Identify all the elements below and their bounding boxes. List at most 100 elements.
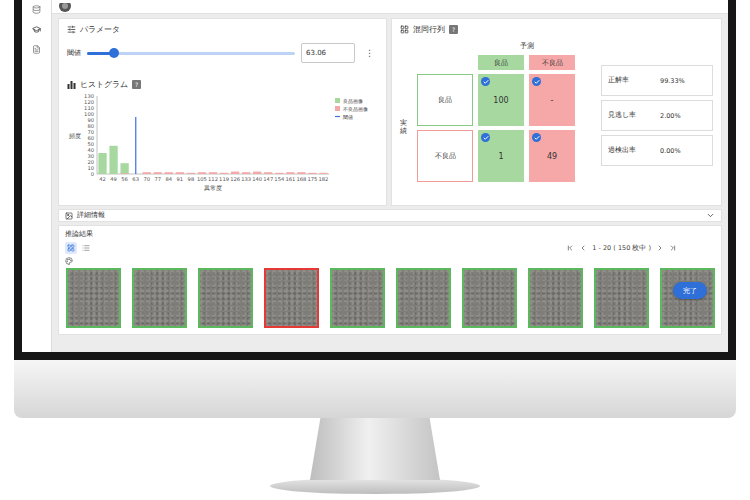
- palette-icon[interactable]: [65, 257, 73, 265]
- next-page-icon[interactable]: [656, 244, 664, 252]
- x-tick: 91: [177, 176, 184, 182]
- matrix-cell[interactable]: 1: [478, 130, 524, 182]
- histogram-bar: [187, 173, 195, 174]
- matrix-cell[interactable]: 100: [478, 74, 524, 126]
- help-badge[interactable]: ?: [132, 80, 141, 89]
- metrics: 正解率99.33% 見逃し率2.00% 過検出率0.00%: [601, 41, 713, 182]
- monitor-chin: [14, 360, 736, 418]
- y-tick: 0: [91, 171, 94, 177]
- grid-icon: [67, 244, 75, 252]
- histogram-chart: 頻度13012011010090807060504030201004249566…: [67, 90, 379, 194]
- bar-chart-icon: [67, 80, 76, 89]
- result-thumbnail[interactable]: [330, 268, 385, 328]
- histogram-bar: [242, 172, 250, 174]
- histogram-bar: [176, 172, 184, 174]
- x-tick: 168: [296, 176, 306, 182]
- histogram-bar: [120, 163, 128, 174]
- confusion-matrix-card: 混同行列?予測良品不良品実績良品100-不良品149正解率99.33%見逃し率2…: [391, 18, 722, 206]
- check-icon: [532, 77, 541, 86]
- sidebar-item[interactable]: [30, 2, 44, 16]
- matrix-cell[interactable]: 49: [529, 130, 575, 182]
- threshold-slider[interactable]: [87, 52, 295, 55]
- details-bar[interactable]: 詳細情報: [58, 209, 722, 222]
- actual-label: 実績: [400, 120, 407, 135]
- histogram-bar: [253, 172, 261, 174]
- complete-button[interactable]: 完了: [673, 282, 707, 299]
- prev-page-icon[interactable]: [579, 244, 587, 252]
- x-tick: 63: [132, 176, 139, 182]
- metric-box: 過検出率0.00%: [601, 135, 713, 166]
- result-thumbnail[interactable]: [66, 268, 121, 328]
- top-bar: [52, 0, 728, 14]
- threshold-row: 閾値 63.06 ⋮: [67, 43, 378, 63]
- x-tick: 126: [230, 176, 240, 182]
- x-tick: 133: [241, 176, 251, 182]
- histogram-bar: [165, 172, 173, 174]
- result-thumbnail[interactable]: [198, 268, 253, 328]
- results-card: 推論結果1 - 20 ( 150 枚中 )完了: [58, 225, 722, 335]
- x-tick: 140: [252, 176, 262, 182]
- x-tick: 42: [99, 176, 106, 182]
- legend-item: 不良品画像: [335, 106, 368, 112]
- check-icon: [481, 133, 490, 142]
- view-toggle[interactable]: [65, 242, 77, 254]
- sidebar-item[interactable]: [30, 42, 44, 56]
- sidebar-item[interactable]: [30, 22, 44, 36]
- matrix-body: 予測良品不良品実績良品100-不良品149正解率99.33%見逃し率2.00%過…: [400, 41, 713, 182]
- result-thumbnail[interactable]: [264, 268, 319, 328]
- confusion-matrix: 予測良品不良品実績良品100-不良品149: [400, 41, 575, 182]
- histogram-bar: [143, 172, 151, 174]
- svg-text:不良品画像: 不良品画像: [343, 106, 368, 112]
- x-tick: 161: [285, 176, 295, 182]
- pagination: 1 - 20 ( 150 枚中 ): [566, 244, 717, 253]
- x-tick: 147: [263, 176, 273, 182]
- x-tick: 119: [219, 176, 229, 182]
- histogram-bar: [209, 172, 217, 174]
- help-badge[interactable]: ?: [449, 25, 458, 34]
- last-page-icon[interactable]: [669, 244, 677, 252]
- svg-text:良品画像: 良品画像: [343, 98, 363, 104]
- column-header: 不良品: [529, 55, 575, 70]
- page: パラメータ閾値63.06⋮ヒストグラム?頻度130120110100908070…: [0, 0, 750, 500]
- result-thumbnail[interactable]: [132, 268, 187, 328]
- view-toggle[interactable]: [80, 242, 92, 254]
- result-thumbnail[interactable]: [594, 268, 649, 328]
- x-tick: 84: [166, 176, 173, 182]
- histogram-bar: [109, 146, 117, 174]
- x-tick: 77: [154, 176, 161, 182]
- result-thumbnail[interactable]: [396, 268, 451, 328]
- sidebar-item-icon: [32, 25, 41, 34]
- y-axis-title: 頻度: [69, 132, 81, 139]
- matrix-cell[interactable]: -: [529, 74, 575, 126]
- threshold-label: 閾値: [67, 48, 81, 58]
- monitor-stand: [310, 418, 440, 480]
- svg-text:閾値: 閾値: [343, 114, 353, 120]
- monitor-base: [270, 478, 480, 494]
- histogram-bar: [220, 173, 228, 174]
- histogram-header: ヒストグラム?: [67, 79, 378, 90]
- slider-thumb[interactable]: [109, 48, 119, 58]
- results-toolbar: 1 - 20 ( 150 枚中 ): [65, 242, 717, 254]
- result-thumbnail[interactable]: [528, 268, 583, 328]
- sidebar-item-icon: [32, 5, 41, 14]
- metric-box: 正解率99.33%: [601, 65, 713, 96]
- metric-box: 見逃し率2.00%: [601, 100, 713, 131]
- x-tick: 105: [197, 176, 207, 182]
- result-thumbnail[interactable]: [462, 268, 517, 328]
- histogram-bar: [198, 172, 206, 174]
- threshold-input[interactable]: 63.06: [301, 43, 355, 63]
- x-tick: 49: [110, 176, 117, 182]
- legend-item: 良品画像: [335, 98, 363, 104]
- main: パラメータ閾値63.06⋮ヒストグラム?頻度130120110100908070…: [52, 0, 728, 352]
- histogram-bar: [297, 172, 305, 174]
- sidebar: [22, 0, 52, 352]
- predicted-label: 予測: [478, 41, 575, 51]
- sliders-icon: [67, 25, 76, 34]
- parameter-header: パラメータ: [67, 24, 378, 35]
- x-tick: 182: [319, 176, 329, 182]
- histogram-bar: [231, 172, 239, 174]
- first-page-icon[interactable]: [566, 244, 574, 252]
- menu-button[interactable]: ⋮: [361, 48, 378, 58]
- list-icon: [82, 244, 90, 252]
- logo-icon: [58, 3, 72, 13]
